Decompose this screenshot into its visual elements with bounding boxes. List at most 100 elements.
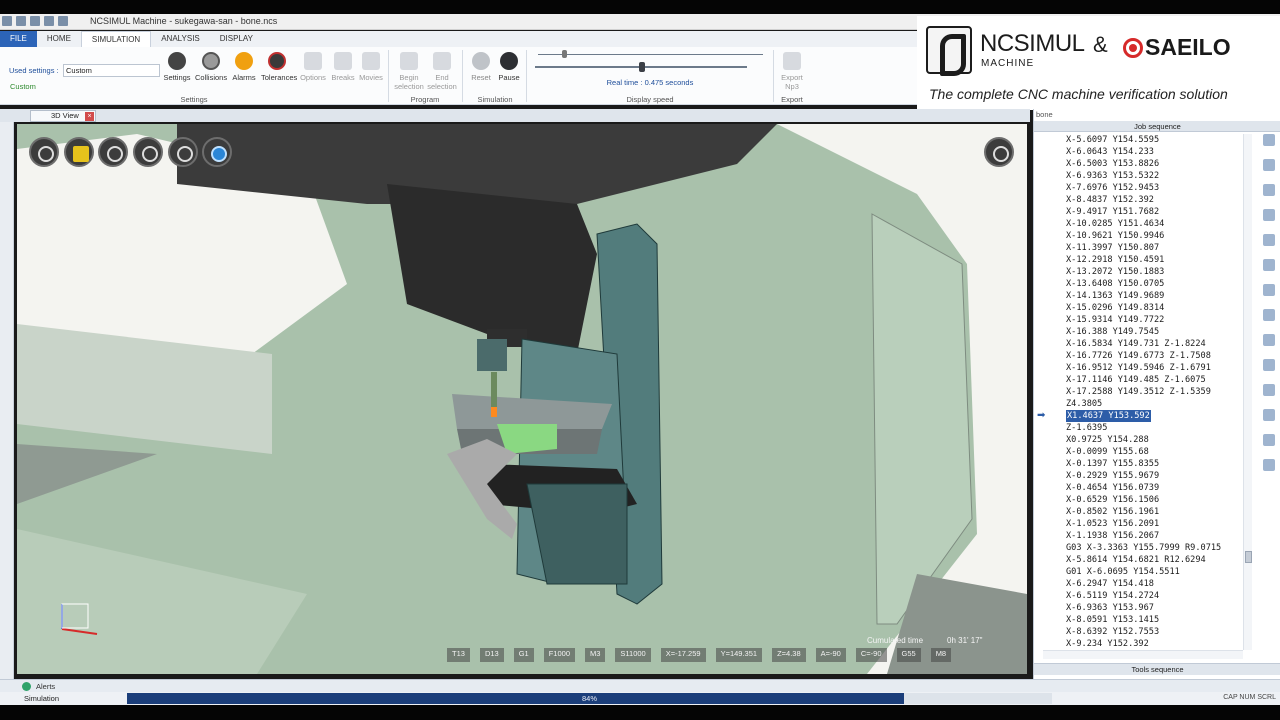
- nc-code-line[interactable]: X-7.6976 Y152.9453: [1066, 182, 1159, 194]
- nc-code-line[interactable]: X-15.0296 Y149.8314: [1066, 302, 1164, 314]
- options-button[interactable]: Options: [297, 52, 329, 82]
- nc-code-line[interactable]: Z-1.6395: [1066, 422, 1107, 434]
- nc-code-line[interactable]: X-0.1397 Y155.8355: [1066, 458, 1159, 470]
- search-icon[interactable]: [1263, 309, 1275, 321]
- nc-code-line[interactable]: X-8.0591 Y153.1415: [1066, 614, 1159, 626]
- nc-code-line[interactable]: X-17.1146 Y149.485 Z-1.6075: [1066, 374, 1206, 386]
- nc-code-line[interactable]: X-16.9512 Y149.5946 Z-1.6791: [1066, 362, 1211, 374]
- end-selection-button[interactable]: End selection: [425, 52, 459, 91]
- used-settings-select[interactable]: Custom: [63, 64, 160, 77]
- tool-icon[interactable]: [1263, 459, 1275, 471]
- bookmark-icon[interactable]: [1263, 334, 1275, 346]
- nc-code-line[interactable]: G01 X-6.0695 Y154.5511: [1066, 566, 1180, 578]
- stock-display-tool-icon[interactable]: [64, 137, 94, 167]
- nc-code-line[interactable]: G03 X-3.3363 Y155.7999 R9.0715: [1066, 542, 1221, 554]
- zoom-tool-icon[interactable]: [133, 137, 163, 167]
- nc-code-line[interactable]: X-6.5003 Y153.8826: [1066, 158, 1159, 170]
- nc-code-line[interactable]: X-10.9621 Y150.9946: [1066, 230, 1164, 242]
- save-icon[interactable]: [44, 16, 54, 26]
- nc-code-line[interactable]: X-10.0285 Y151.4634: [1066, 218, 1164, 230]
- nc-code-line[interactable]: X-14.1363 Y149.9689: [1066, 290, 1164, 302]
- nc-code-line[interactable]: X-16.7726 Y149.6773 Z-1.7508: [1066, 350, 1211, 362]
- nc-code-line[interactable]: X-17.2588 Y149.3512 Z-1.5359: [1066, 386, 1211, 398]
- collisions-button[interactable]: Collisions: [195, 52, 227, 82]
- nc-code-line[interactable]: Z4.3805: [1066, 398, 1102, 410]
- play-icon[interactable]: [1263, 234, 1275, 246]
- left-dock-rail[interactable]: [0, 109, 14, 679]
- cut-display-tool-icon[interactable]: [98, 137, 128, 167]
- nc-code-line[interactable]: X-8.4837 Y152.392: [1066, 194, 1154, 206]
- scroll-thumb[interactable]: [1245, 551, 1252, 563]
- nc-code-line[interactable]: X-16.5834 Y149.731 Z-1.8224: [1066, 338, 1206, 350]
- nc-code-line[interactable]: X-6.9363 Y153.5322: [1066, 170, 1159, 182]
- horizontal-scrollbar[interactable]: [1043, 650, 1243, 659]
- nc-code-line[interactable]: X-1.0523 Y156.2091: [1066, 518, 1159, 530]
- nc-code-line[interactable]: X-0.6529 Y156.1506: [1066, 494, 1159, 506]
- goto-line-icon[interactable]: [1263, 209, 1275, 221]
- vertical-scrollbar[interactable]: [1243, 134, 1252, 650]
- nc-code-line[interactable]: X-5.6097 Y154.5595: [1066, 134, 1159, 146]
- tab-file[interactable]: FILE: [0, 31, 37, 47]
- nc-code-line[interactable]: X-11.3997 Y150.807: [1066, 242, 1159, 254]
- tab-display[interactable]: DISPLAY: [210, 31, 263, 47]
- nc-code-line[interactable]: X-8.6392 Y152.7553: [1066, 626, 1159, 638]
- nc-code-line[interactable]: X-9.234 Y152.392: [1066, 638, 1149, 650]
- rotate-view-tool-icon[interactable]: [202, 137, 232, 167]
- nc-code-line[interactable]: X-13.2072 Y150.1883: [1066, 266, 1164, 278]
- nc-code-line[interactable]: X0.9725 Y154.288: [1066, 434, 1149, 446]
- previous-block-icon[interactable]: [1263, 159, 1275, 171]
- movies-button[interactable]: Movies: [355, 52, 387, 82]
- machine-display-tool-icon[interactable]: [29, 137, 59, 167]
- nc-code-line[interactable]: X-0.8502 Y156.1961: [1066, 506, 1159, 518]
- nc-code-line[interactable]: X-6.5119 Y154.2724: [1066, 590, 1159, 602]
- zoom-slider[interactable]: [538, 50, 763, 58]
- next-block-icon[interactable]: [1263, 259, 1275, 271]
- step-back-icon[interactable]: [1263, 184, 1275, 196]
- app-icon[interactable]: [2, 16, 12, 26]
- nc-code-line[interactable]: X-9.4917 Y151.7682: [1066, 206, 1159, 218]
- nc-code-line[interactable]: X-5.8614 Y154.6821 R12.6294: [1066, 554, 1206, 566]
- tab-analysis[interactable]: ANALYSIS: [151, 31, 210, 47]
- status-tool: T13: [447, 648, 470, 662]
- edit-icon[interactable]: [1263, 384, 1275, 396]
- nc-code-line[interactable]: X-13.6408 Y150.0705: [1066, 278, 1164, 290]
- open-file-icon[interactable]: [30, 16, 40, 26]
- undo-icon[interactable]: [58, 16, 68, 26]
- 3d-view-viewport[interactable]: Cumulated time 0h 31' 17" T13 D13 G1 F10…: [17, 124, 1027, 674]
- pause-button[interactable]: Pause: [493, 52, 525, 82]
- alerts-tab[interactable]: Alerts: [22, 682, 55, 691]
- display-speed-slider[interactable]: [535, 62, 747, 72]
- nc-code-line[interactable]: X1.4637 Y153.592: [1066, 410, 1151, 422]
- save-icon[interactable]: [1263, 434, 1275, 446]
- new-file-icon[interactable]: [16, 16, 26, 26]
- close-icon[interactable]: ×: [85, 112, 94, 121]
- begin-selection-button[interactable]: Begin selection: [392, 52, 426, 91]
- tab-3d-view[interactable]: 3D View ×: [30, 110, 96, 122]
- first-line-icon[interactable]: [1263, 134, 1275, 146]
- tab-home[interactable]: HOME: [37, 31, 81, 47]
- saeilo-logo: [1123, 38, 1143, 58]
- nc-code-line[interactable]: X-15.9314 Y149.7722: [1066, 314, 1164, 326]
- alarms-button[interactable]: Alarms: [228, 52, 260, 82]
- export-np3-button[interactable]: Export Np3: [776, 52, 808, 91]
- pencil-icon[interactable]: [1263, 409, 1275, 421]
- tolerances-button[interactable]: Tolerances: [261, 52, 297, 82]
- nc-code-line[interactable]: X-6.0643 Y154.233: [1066, 146, 1154, 158]
- nc-code-line[interactable]: X-16.388 Y149.7545: [1066, 326, 1159, 338]
- nc-code-line[interactable]: X-6.9363 Y153.967: [1066, 602, 1154, 614]
- nc-code-line[interactable]: X-0.4654 Y156.0739: [1066, 482, 1159, 494]
- nc-code-line[interactable]: X-1.1938 Y156.2067: [1066, 530, 1159, 542]
- last-line-icon[interactable]: [1263, 284, 1275, 296]
- settings-button[interactable]: Settings: [161, 52, 193, 82]
- tools-sequence-footer[interactable]: Tools sequence: [1034, 663, 1280, 675]
- camera-tool-icon[interactable]: [984, 137, 1014, 167]
- nc-code-line[interactable]: X-0.0099 Y155.68: [1066, 446, 1149, 458]
- job-sequence-header[interactable]: Job sequence: [1034, 121, 1280, 132]
- section-tool-icon[interactable]: [168, 137, 198, 167]
- nc-code-line[interactable]: X-0.2929 Y155.9679: [1066, 470, 1159, 482]
- breakpoint-icon[interactable]: [1263, 359, 1275, 371]
- tab-simulation[interactable]: SIMULATION: [80, 31, 152, 47]
- nc-code-line[interactable]: X-6.2947 Y154.418: [1066, 578, 1154, 590]
- nc-code-line[interactable]: X-12.2918 Y150.4591: [1066, 254, 1164, 266]
- nc-code-list[interactable]: X-5.6097 Y154.5595 X-6.0643 Y154.233 X-6.5…: [1034, 134, 1252, 652]
